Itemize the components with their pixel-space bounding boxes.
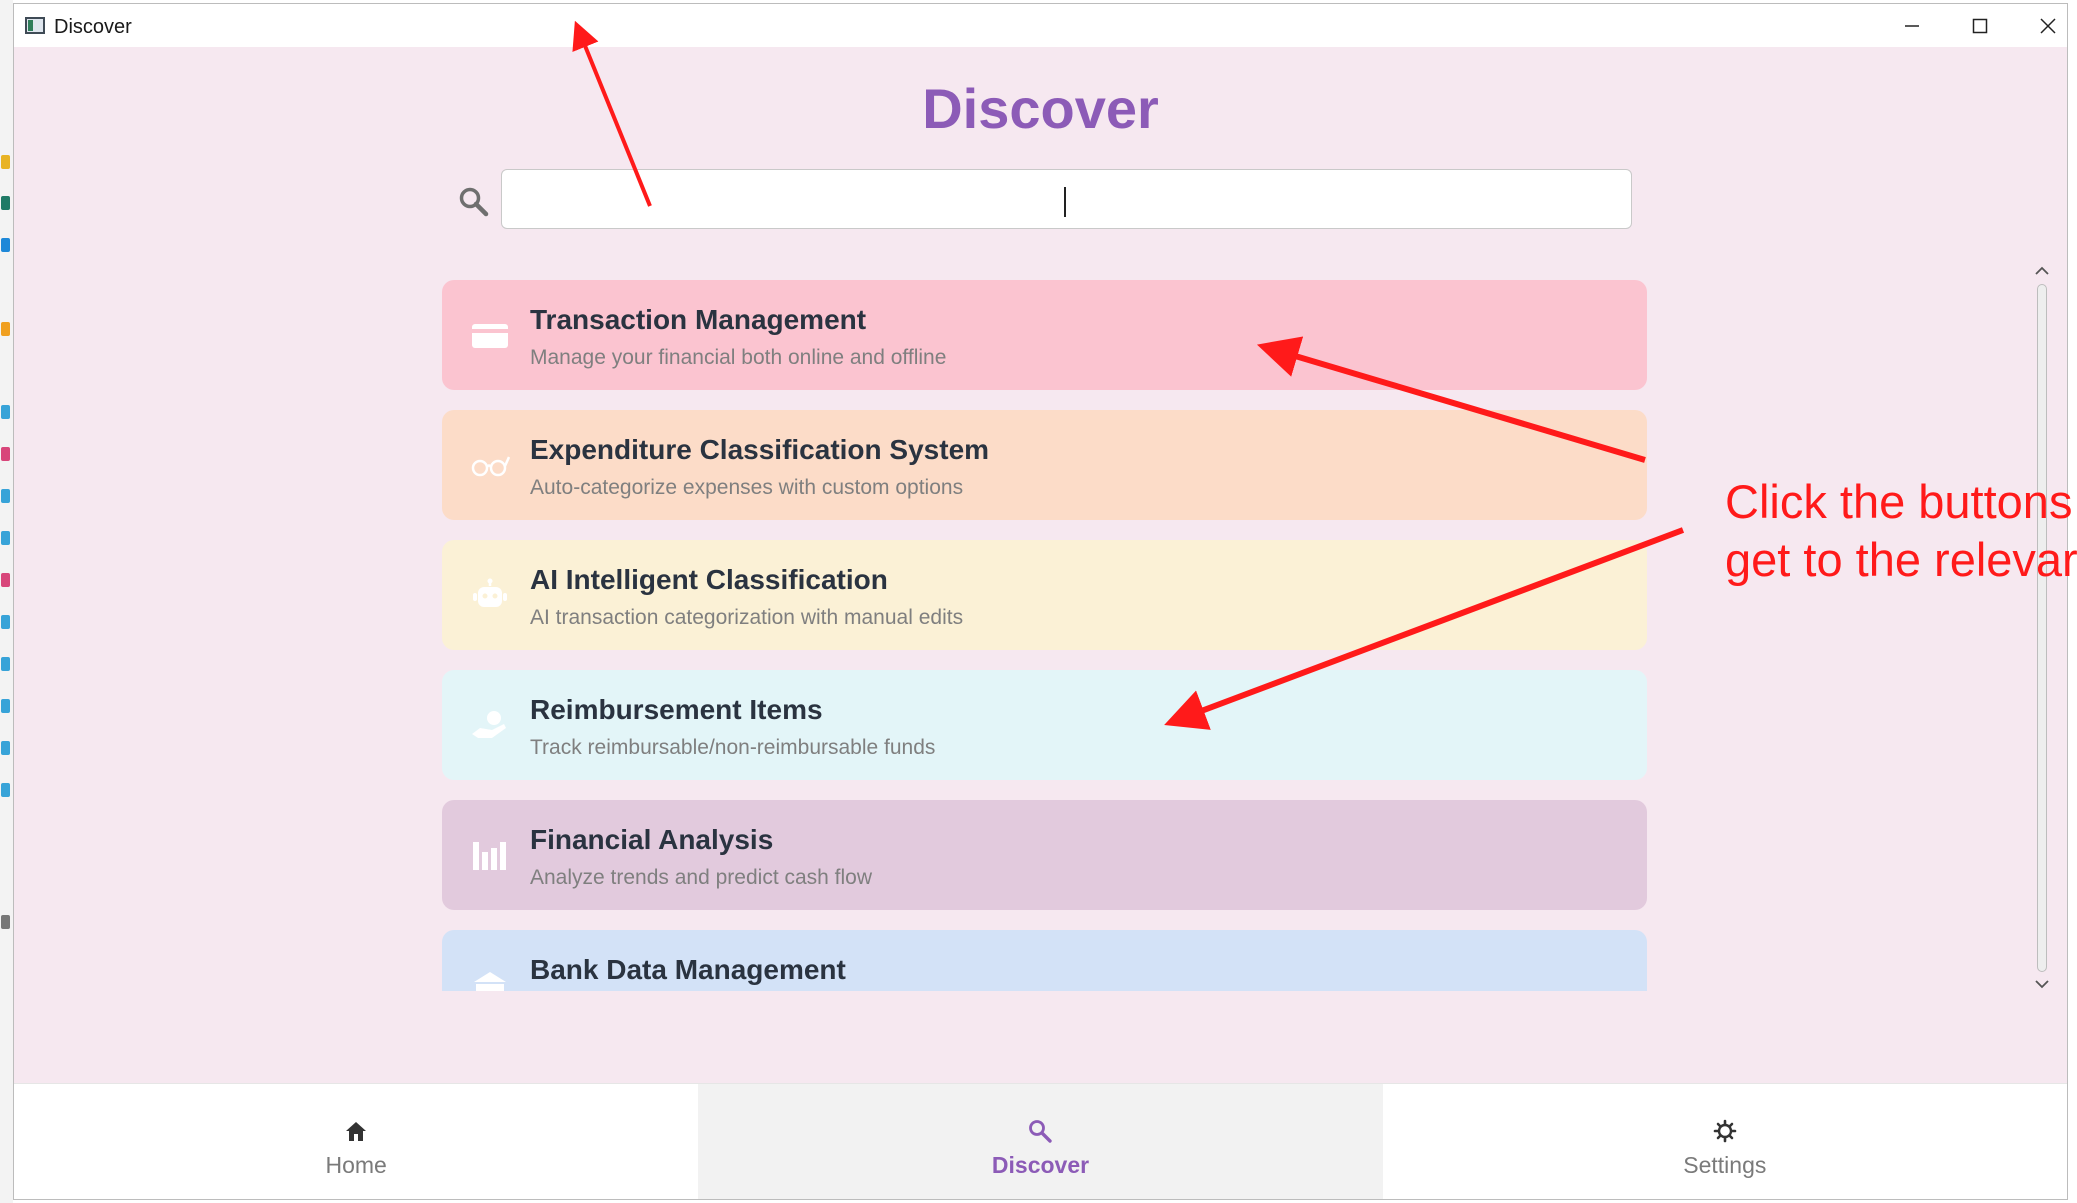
nav-label: Home <box>325 1152 387 1178</box>
window-title: Discover <box>54 16 132 38</box>
feature-title: Reimbursement Items <box>530 694 823 725</box>
annotation-text-line-1: Click the buttons <box>1725 475 2073 528</box>
hand-money-icon <box>472 711 506 738</box>
desktop-icon <box>1 657 10 671</box>
nav-home[interactable]: Home <box>14 1084 698 1199</box>
feature-card-expenditure-classification[interactable]: Expenditure Classification System Auto-c… <box>442 410 1647 520</box>
feature-subtitle: Track reimbursable/non-reimbursable fund… <box>530 736 936 759</box>
nav-discover[interactable]: Discover <box>698 1084 1383 1199</box>
desktop-icon <box>1 699 10 713</box>
search-icon <box>456 184 492 220</box>
feature-subtitle: Manage your financial both online and of… <box>530 346 947 369</box>
feature-title: AI Intelligent Classification <box>530 564 888 595</box>
feature-title: Financial Analysis <box>530 824 774 855</box>
text-caret <box>1064 187 1066 217</box>
desktop-icon <box>1 447 10 461</box>
robot-icon <box>473 578 507 607</box>
maximize-button[interactable] <box>1946 4 2014 47</box>
search-input[interactable] <box>501 169 1632 229</box>
close-icon <box>2040 17 2056 34</box>
desktop-icon <box>1 196 10 210</box>
desktop-icon <box>1 531 10 545</box>
feature-card-bank-data[interactable]: Bank Data Management <box>442 930 1647 991</box>
feature-title: Expenditure Classification System <box>530 434 990 465</box>
close-button[interactable] <box>2014 4 2067 47</box>
bar-chart-icon <box>473 842 506 870</box>
feature-title: Transaction Management <box>530 304 867 335</box>
desktop-icon <box>1 405 10 419</box>
list-scrollbar[interactable] <box>2029 262 2055 995</box>
nav-label: Discover <box>991 1152 1090 1178</box>
gear-icon <box>1713 1119 1737 1143</box>
bank-icon <box>474 972 506 991</box>
nav-label: Settings <box>1683 1152 1767 1178</box>
nav-settings[interactable]: Settings <box>1383 1084 2067 1199</box>
desktop-icon <box>1 741 10 755</box>
desktop-icon <box>1 573 10 587</box>
desktop-icon <box>1 322 10 336</box>
desktop-icon <box>1 615 10 629</box>
feature-subtitle: Auto-categorize expenses with custom opt… <box>530 476 964 499</box>
desktop-icon <box>1 155 10 169</box>
scroll-thumb[interactable] <box>2037 284 2047 972</box>
annotation-text-line-2: get to the relevar <box>1725 533 2077 586</box>
app-icon <box>25 17 45 34</box>
feature-card-ai-classification[interactable]: AI Intelligent Classification AI transac… <box>442 540 1647 650</box>
feature-card-reimbursement[interactable]: Reimbursement Items Track reimbursable/n… <box>442 670 1647 780</box>
scroll-down-icon[interactable] <box>2033 977 2051 991</box>
feature-subtitle: Analyze trends and predict cash flow <box>530 866 873 889</box>
home-icon <box>346 1122 367 1141</box>
feature-card-transaction-management[interactable]: Transaction Management Manage your finan… <box>442 280 1647 390</box>
minimize-button[interactable] <box>1878 4 1946 47</box>
maximize-icon <box>1972 18 1988 33</box>
desktop-icon <box>1 915 10 929</box>
feature-list: Transaction Management Manage your finan… <box>427 274 1652 991</box>
desktop-strip <box>0 0 13 1203</box>
desktop-strip-right <box>2069 0 2077 1203</box>
app-window: Discover Discover Transaction Management… <box>13 3 2068 1200</box>
search-icon <box>1029 1120 1053 1143</box>
feature-title: Bank Data Management <box>530 954 846 985</box>
card-icon <box>472 324 508 348</box>
page-title: Discover <box>922 77 1159 140</box>
desktop-icon <box>1 489 10 503</box>
desktop-icon <box>1 783 10 797</box>
feature-subtitle: AI transaction categorization with manua… <box>530 606 964 629</box>
glasses-icon <box>471 456 510 477</box>
desktop-icon <box>1 238 10 252</box>
title-bar: Discover <box>14 4 2067 47</box>
minimize-icon <box>1905 24 1919 27</box>
bottom-nav: Home Discover Settings <box>14 1083 2067 1199</box>
feature-card-financial-analysis[interactable]: Financial Analysis Analyze trends and pr… <box>442 800 1647 910</box>
scroll-up-icon[interactable] <box>2033 264 2051 278</box>
